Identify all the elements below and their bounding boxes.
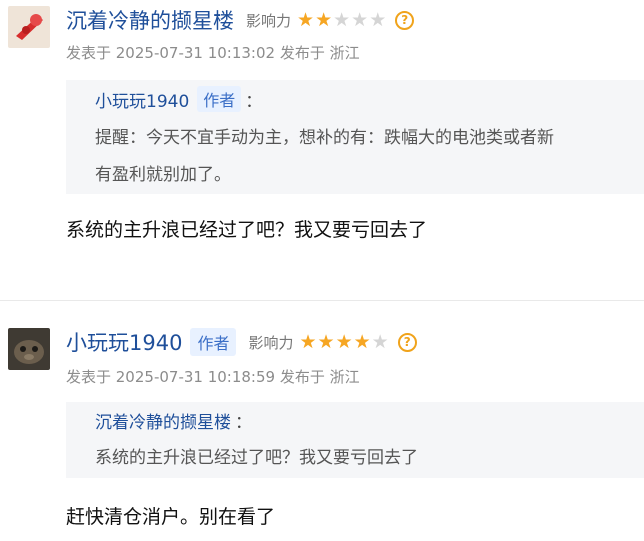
star-icon: ★	[369, 8, 387, 31]
star-icon: ★	[317, 330, 335, 353]
quote-colon: ：	[235, 413, 252, 433]
username[interactable]: 小玩玩1940	[66, 327, 182, 357]
star-icon: ★	[351, 8, 369, 31]
influence-rating: 影响力 ★★★★★ ?	[246, 8, 415, 31]
star-icon: ★	[335, 330, 353, 353]
influence-label: 影响力	[246, 11, 292, 30]
comment-divider	[0, 300, 644, 301]
question-icon[interactable]: ?	[395, 10, 415, 30]
quote-username[interactable]: 沉着冷静的撷星楼	[95, 408, 231, 433]
quote-text: 系统的主升浪已经过了吧？我又要亏回去了	[95, 448, 418, 468]
rating-stars: ★★★★★	[299, 330, 389, 353]
author-badge: 作者	[190, 328, 237, 356]
quote-colon: ：	[245, 91, 263, 112]
quoted-reply: 沉着冷静的撷星楼 ： 系统的主升浪已经过了吧？我又要亏回去了	[66, 402, 644, 478]
post-meta: 发表于 2025-07-31 10:18:59 发布于 浙江	[66, 368, 360, 386]
avatar[interactable]	[8, 6, 50, 48]
quote-author-line: 小玩玩1940 作者 ：	[95, 86, 262, 112]
question-icon[interactable]: ?	[397, 332, 417, 352]
star-icon: ★	[297, 8, 315, 31]
avatar[interactable]	[8, 328, 50, 370]
comment-header: 沉着冷静的撷星楼 影响力 ★★★★★ ?	[66, 4, 415, 36]
comment-header: 小玩玩1940 作者 影响力 ★★★★★ ?	[66, 326, 417, 358]
influence-label: 影响力	[248, 333, 294, 352]
influence-rating: 影响力 ★★★★★ ?	[248, 330, 417, 353]
star-icon: ★	[315, 8, 333, 31]
quote-author-line: 沉着冷静的撷星楼 ：	[95, 408, 252, 433]
star-icon: ★	[333, 8, 351, 31]
author-badge: 作者	[197, 86, 242, 112]
post-meta: 发表于 2025-07-31 10:13:02 发布于 浙江	[66, 44, 360, 62]
quote-username[interactable]: 小玩玩1940	[95, 87, 189, 112]
star-icon: ★	[353, 330, 371, 353]
rating-stars: ★★★★★	[297, 8, 387, 31]
comment-body: 赶快清仓消户。别在看了	[66, 506, 276, 528]
comment-body: 系统的主升浪已经过了吧？我又要亏回去了	[66, 219, 428, 241]
quote-text: 提醒：今天不宜手动为主，想补的有：跌幅大的电池类或者新 有盈利就别加了。	[95, 128, 554, 185]
quoted-reply: 小玩玩1940 作者 ： 提醒：今天不宜手动为主，想补的有：跌幅大的电池类或者新…	[66, 80, 644, 194]
star-icon: ★	[371, 330, 389, 353]
star-icon: ★	[299, 330, 317, 353]
username[interactable]: 沉着冷静的撷星楼	[66, 5, 234, 35]
